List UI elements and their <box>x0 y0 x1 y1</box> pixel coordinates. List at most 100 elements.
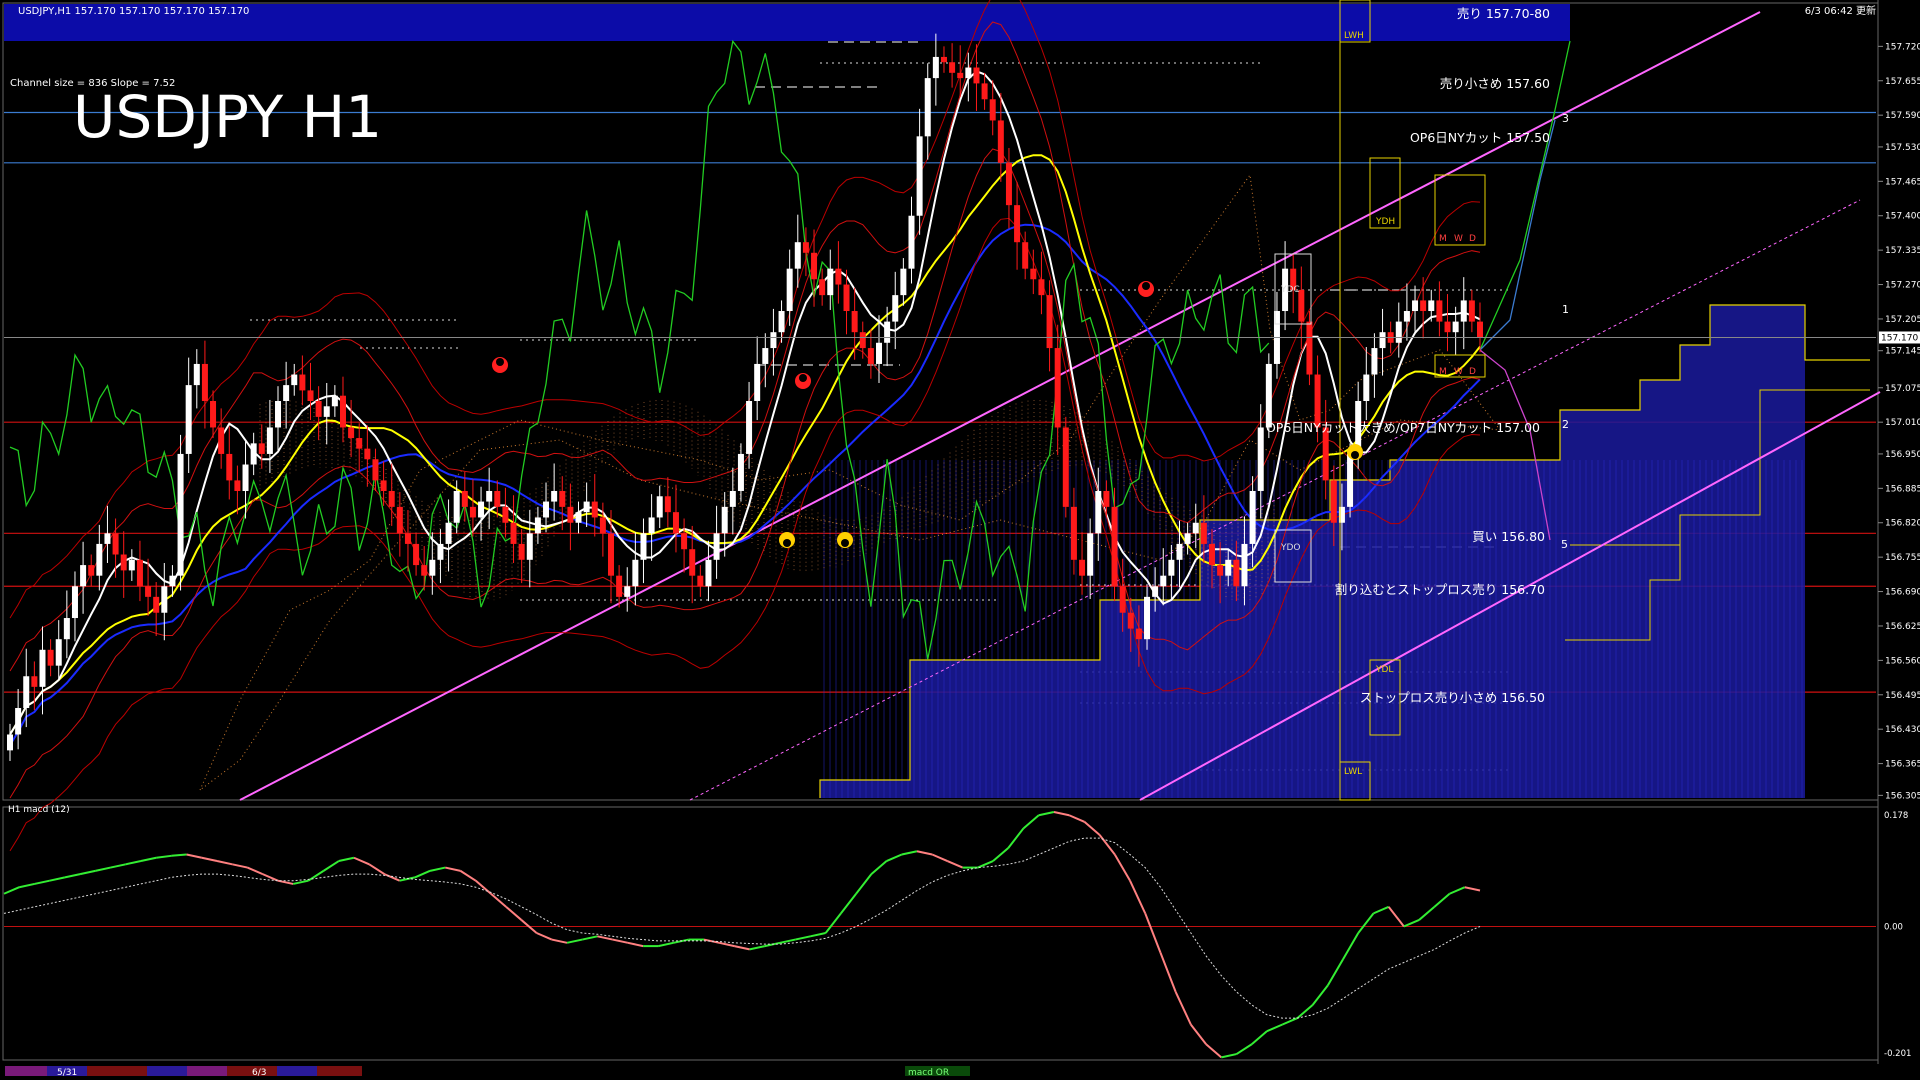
candle-body <box>1477 321 1483 338</box>
candle-body <box>380 480 387 491</box>
candle-body <box>949 62 956 73</box>
candle-body <box>1168 559 1175 576</box>
candle-body <box>876 342 883 364</box>
reversal-marker-inner <box>783 539 791 547</box>
candle-body <box>1176 543 1183 560</box>
candle-body <box>1347 453 1354 507</box>
candle-body <box>965 67 972 79</box>
candle-body <box>924 78 931 137</box>
price-tick-label: 156.690 <box>1885 588 1920 598</box>
level-label-3: OP6日NYカット大きめ/OP7日NYカット 157.00 <box>1266 420 1540 435</box>
candle-body <box>478 501 485 518</box>
candle-body <box>201 363 208 401</box>
candle-body <box>754 363 761 401</box>
candle-body <box>1087 533 1094 576</box>
candle-body <box>31 676 38 687</box>
candle-body <box>859 332 866 349</box>
candle-body <box>672 512 679 534</box>
price-tick-label: 157.010 <box>1885 418 1920 428</box>
update-time: 6/3 06:42 更新 <box>1805 4 1876 17</box>
candle-body <box>1330 480 1337 523</box>
candle-body <box>348 427 355 439</box>
candle-body <box>80 565 87 587</box>
candle-body <box>169 575 176 587</box>
candle-body <box>23 676 30 709</box>
candle-body <box>502 506 509 523</box>
level-label-0: 売り 157.70-80 <box>1457 6 1550 21</box>
macd-tick-label: 0.00 <box>1884 922 1903 932</box>
candle-body <box>640 533 647 560</box>
candle-body <box>275 401 282 428</box>
candle-body <box>1208 543 1215 566</box>
candle-body <box>1192 522 1199 534</box>
candle-body <box>721 506 728 534</box>
candle-body <box>429 559 436 576</box>
candle-body <box>283 385 290 401</box>
candle-body <box>697 575 704 587</box>
wave-label-3: 3 <box>1562 112 1569 125</box>
lwh-label: LWH <box>1344 31 1364 41</box>
candle-body <box>1306 321 1313 375</box>
price-tick-label: 157.400 <box>1885 212 1920 222</box>
candle-body <box>1436 300 1443 322</box>
chart-canvas[interactable]: LWHLWLYDHYDLYDCYDOM W DM W D売り 157.70-80売り小さ… <box>0 0 1920 1080</box>
candle-body <box>96 543 103 576</box>
candle-body <box>827 268 834 296</box>
price-tick-label: 157.145 <box>1885 347 1920 357</box>
candle-body <box>591 501 598 518</box>
price-tick-label: 157.530 <box>1885 143 1920 153</box>
candle-body <box>1395 321 1402 343</box>
reversal-marker-inner <box>496 358 504 366</box>
wave-label-5: 5 <box>1561 538 1568 551</box>
macd-tick-label: -0.201 <box>1884 1049 1911 1059</box>
candle-body <box>762 348 769 364</box>
candle-body <box>607 533 614 576</box>
candle-body <box>1111 506 1118 587</box>
ydo-label: YDO <box>1280 543 1301 553</box>
candle-body <box>884 321 891 343</box>
candle-body <box>1460 300 1467 322</box>
reversal-marker-inner <box>1142 282 1150 290</box>
level-label-6: ストップロス売り小さめ 156.50 <box>1360 690 1545 705</box>
candle-body <box>1119 586 1126 613</box>
candle-body <box>1062 427 1069 507</box>
candle-body <box>851 311 858 333</box>
footer-bar <box>0 1064 1920 1080</box>
candle-body <box>705 559 712 587</box>
candle-body <box>388 490 395 507</box>
candle-body <box>315 401 322 417</box>
candle-body <box>1363 374 1370 401</box>
candle-body <box>372 459 379 481</box>
reversal-marker-inner <box>1351 451 1359 459</box>
candle-body <box>835 268 842 285</box>
candle-body <box>908 215 915 269</box>
candle-body <box>453 490 460 523</box>
candle-body <box>1225 559 1232 576</box>
candle-body <box>526 533 533 560</box>
lwl-label: LWL <box>1344 767 1362 777</box>
candle-body <box>1257 427 1264 491</box>
candle-body <box>396 506 403 534</box>
price-tick-label: 157.720 <box>1885 42 1920 52</box>
candle-body <box>1322 427 1329 481</box>
candle-body <box>713 533 720 560</box>
price-tick-label: 156.820 <box>1885 519 1920 529</box>
candle-body <box>1152 586 1159 597</box>
candle-body <box>331 395 338 407</box>
candle-body <box>664 496 671 513</box>
candle-body <box>15 708 22 735</box>
candle-body <box>161 586 168 613</box>
price-tick-label: 157.590 <box>1885 111 1920 121</box>
candle-body <box>599 517 606 534</box>
ydc-label: YDC <box>1280 285 1300 295</box>
candle-body <box>1371 348 1378 375</box>
candle-body <box>1070 506 1077 560</box>
candle-body <box>624 586 631 597</box>
candle-body <box>1217 565 1224 576</box>
candle-body <box>1095 490 1102 534</box>
price-tick-label: 157.335 <box>1885 246 1920 256</box>
candle-body <box>786 268 793 312</box>
candle-body <box>1022 242 1029 269</box>
candle-body <box>104 533 111 544</box>
candle-body <box>1428 300 1435 312</box>
